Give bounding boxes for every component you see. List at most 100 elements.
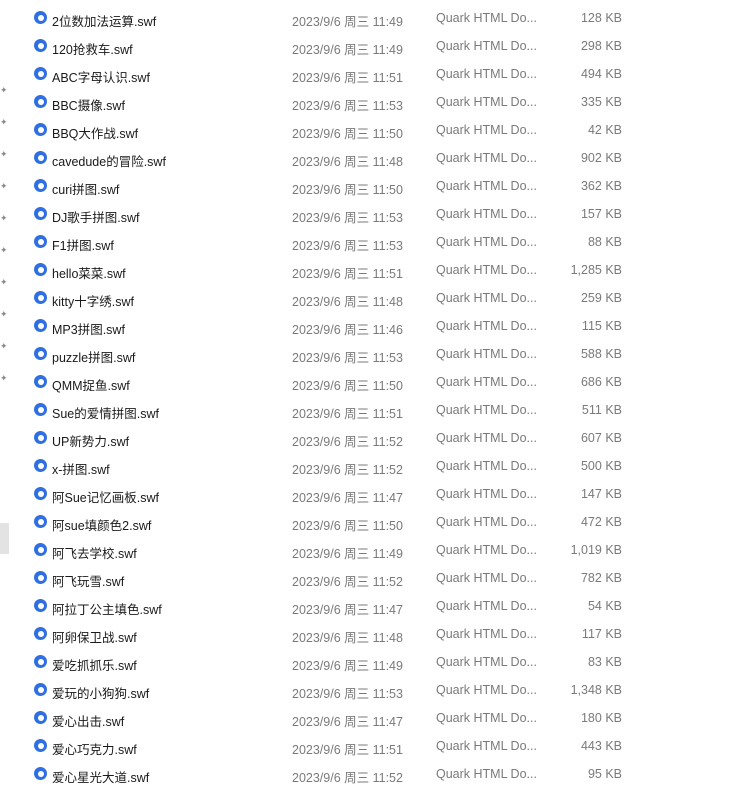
file-size: 472 KB <box>580 515 622 529</box>
quark-html-file-icon <box>34 95 47 108</box>
quark-html-file-icon <box>34 291 47 304</box>
file-row[interactable]: curi拼图.swf 2023/9/6 周三 11:50 Quark HTML Do… <box>0 172 754 200</box>
file-type: Quark HTML Do... <box>436 767 537 781</box>
file-name[interactable]: 爱心巧克力.swf <box>52 739 137 758</box>
quark-html-file-icon <box>34 403 47 416</box>
file-row[interactable]: 阿飞去学校.swf 2023/9/6 周三 11:49 Quark HTML Do.… <box>0 536 754 564</box>
quark-html-file-icon <box>34 375 47 388</box>
file-modified-date: 2023/9/6 周三 11:53 <box>292 239 403 253</box>
file-name[interactable]: F1拼图.swf <box>52 235 114 254</box>
file-row[interactable]: MP3拼图.swf 2023/9/6 周三 11:46 Quark HTML Do.… <box>0 312 754 340</box>
file-row[interactable]: BBC摄像.swf 2023/9/6 周三 11:53 Quark HTML Do.… <box>0 88 754 116</box>
file-name[interactable]: QMM捉鱼.swf <box>52 375 130 394</box>
file-modified-date: 2023/9/6 周三 11:50 <box>292 183 403 197</box>
file-name[interactable]: MP3拼图.swf <box>52 319 125 338</box>
file-name[interactable]: UP新势力.swf <box>52 431 129 450</box>
file-name[interactable]: puzzle拼图.swf <box>52 347 135 366</box>
file-name[interactable]: 阿飞去学校.swf <box>52 543 137 562</box>
file-size: 42 KB <box>587 123 622 137</box>
file-modified-date: 2023/9/6 周三 11:49 <box>292 547 403 561</box>
file-name[interactable]: hello菜菜.swf <box>52 263 126 282</box>
file-row[interactable]: 爱心巧克力.swf 2023/9/6 周三 11:51 Quark HTML Do.… <box>0 732 754 760</box>
file-name[interactable]: 爱吃抓抓乐.swf <box>52 655 137 674</box>
file-modified-date: 2023/9/6 周三 11:51 <box>292 407 403 421</box>
file-type: Quark HTML Do... <box>436 11 537 25</box>
file-name[interactable]: 阿飞玩雪.swf <box>52 571 124 590</box>
file-row[interactable]: 爱心星光大道.swf 2023/9/6 周三 11:52 Quark HTML Do… <box>0 760 754 788</box>
file-name[interactable]: DJ歌手拼图.swf <box>52 207 140 226</box>
file-name[interactable]: 阿拉丁公主填色.swf <box>52 599 162 618</box>
file-row[interactable]: 爱玩的小狗狗.swf 2023/9/6 周三 11:53 Quark HTML Do… <box>0 676 754 704</box>
quark-html-file-icon <box>34 599 47 612</box>
file-name[interactable]: 阿Sue记忆画板.swf <box>52 487 159 506</box>
file-type: Quark HTML Do... <box>436 319 537 333</box>
file-type: Quark HTML Do... <box>436 739 537 753</box>
file-name[interactable]: 120抢救车.swf <box>52 39 133 58</box>
file-type: Quark HTML Do... <box>436 39 537 53</box>
file-row[interactable]: 阿拉丁公主填色.swf 2023/9/6 周三 11:47 Quark HTML D… <box>0 592 754 620</box>
file-modified-date: 2023/9/6 周三 11:47 <box>292 491 403 505</box>
file-row[interactable]: x-拼图.swf 2023/9/6 周三 11:52 Quark HTML Do..… <box>0 452 754 480</box>
file-name[interactable]: x-拼图.swf <box>52 459 110 478</box>
file-row[interactable]: DJ歌手拼图.swf 2023/9/6 周三 11:53 Quark HTML Do… <box>0 200 754 228</box>
file-row[interactable]: QMM捉鱼.swf 2023/9/6 周三 11:50 Quark HTML Do.… <box>0 368 754 396</box>
file-name[interactable]: ABC字母认识.swf <box>52 67 150 86</box>
file-row[interactable]: 阿Sue记忆画板.swf 2023/9/6 周三 11:47 Quark HTML … <box>0 480 754 508</box>
file-modified-date: 2023/9/6 周三 11:53 <box>292 351 403 365</box>
file-size: 686 KB <box>580 375 622 389</box>
file-type: Quark HTML Do... <box>436 151 537 165</box>
file-name[interactable]: 阿sue填颜色2.swf <box>52 515 151 534</box>
file-name[interactable]: 爱玩的小狗狗.swf <box>52 683 149 702</box>
quark-html-file-icon <box>34 515 47 528</box>
file-row[interactable]: UP新势力.swf 2023/9/6 周三 11:52 Quark HTML Do.… <box>0 424 754 452</box>
file-row[interactable]: Sue的爱情拼图.swf 2023/9/6 周三 11:51 Quark HTML … <box>0 396 754 424</box>
file-row[interactable]: 爱心出击.swf 2023/9/6 周三 11:47 Quark HTML Do..… <box>0 704 754 732</box>
file-name[interactable]: 阿卵保卫战.swf <box>52 627 137 646</box>
file-name[interactable]: 2位数加法运算.swf <box>52 11 156 30</box>
file-size: 607 KB <box>580 431 622 445</box>
file-row[interactable]: 阿飞玩雪.swf 2023/9/6 周三 11:52 Quark HTML Do..… <box>0 564 754 592</box>
file-size: 588 KB <box>580 347 622 361</box>
file-row[interactable]: 2位数加法运算.swf 2023/9/6 周三 11:49 Quark HTML D… <box>0 4 754 32</box>
file-name[interactable]: Sue的爱情拼图.swf <box>52 403 159 422</box>
file-name[interactable]: 爱心出击.swf <box>52 711 124 730</box>
file-name[interactable]: BBC摄像.swf <box>52 95 125 114</box>
file-row[interactable]: BBQ大作战.swf 2023/9/6 周三 11:50 Quark HTML Do… <box>0 116 754 144</box>
file-row[interactable]: kitty十字绣.swf 2023/9/6 周三 11:48 Quark HTML … <box>0 284 754 312</box>
file-row[interactable]: 阿sue填颜色2.swf 2023/9/6 周三 11:50 Quark HTML … <box>0 508 754 536</box>
quark-html-file-icon <box>34 207 47 220</box>
file-row[interactable]: puzzle拼图.swf 2023/9/6 周三 11:53 Quark HTML … <box>0 340 754 368</box>
file-name[interactable]: 爱心星光大道.swf <box>52 767 149 786</box>
file-name[interactable]: kitty十字绣.swf <box>52 291 134 310</box>
quark-html-file-icon <box>34 543 47 556</box>
file-modified-date: 2023/9/6 周三 11:51 <box>292 267 403 281</box>
quark-html-file-icon <box>34 235 47 248</box>
file-modified-date: 2023/9/6 周三 11:46 <box>292 323 403 337</box>
file-size: 298 KB <box>580 39 622 53</box>
quark-html-file-icon <box>34 459 47 472</box>
file-row[interactable]: F1拼图.swf 2023/9/6 周三 11:53 Quark HTML Do..… <box>0 228 754 256</box>
file-row[interactable]: 120抢救车.swf 2023/9/6 周三 11:49 Quark HTML Do… <box>0 32 754 60</box>
file-row[interactable]: hello菜菜.swf 2023/9/6 周三 11:51 Quark HTML D… <box>0 256 754 284</box>
file-name[interactable]: curi拼图.swf <box>52 179 119 198</box>
file-row[interactable]: ABC字母认识.swf 2023/9/6 周三 11:51 Quark HTML D… <box>0 60 754 88</box>
quark-html-file-icon <box>34 487 47 500</box>
file-type: Quark HTML Do... <box>436 123 537 137</box>
file-name[interactable]: cavedude的冒险.swf <box>52 151 166 170</box>
quark-html-file-icon <box>34 347 47 360</box>
file-type: Quark HTML Do... <box>436 571 537 585</box>
file-size: 259 KB <box>580 291 622 305</box>
file-size: 443 KB <box>580 739 622 753</box>
file-size: 88 KB <box>587 235 622 249</box>
file-row[interactable]: cavedude的冒险.swf 2023/9/6 周三 11:48 Quark HT… <box>0 144 754 172</box>
file-row[interactable]: 爱吃抓抓乐.swf 2023/9/6 周三 11:49 Quark HTML Do.… <box>0 648 754 676</box>
file-modified-date: 2023/9/6 周三 11:49 <box>292 15 403 29</box>
file-size: 1,285 KB <box>570 263 622 277</box>
quark-html-file-icon <box>34 767 47 780</box>
file-name[interactable]: BBQ大作战.swf <box>52 123 138 142</box>
file-size: 95 KB <box>587 767 622 781</box>
file-size: 1,019 KB <box>570 543 622 557</box>
file-modified-date: 2023/9/6 周三 11:48 <box>292 295 403 309</box>
quark-html-file-icon <box>34 739 47 752</box>
file-row[interactable]: 阿卵保卫战.swf 2023/9/6 周三 11:48 Quark HTML Do.… <box>0 620 754 648</box>
